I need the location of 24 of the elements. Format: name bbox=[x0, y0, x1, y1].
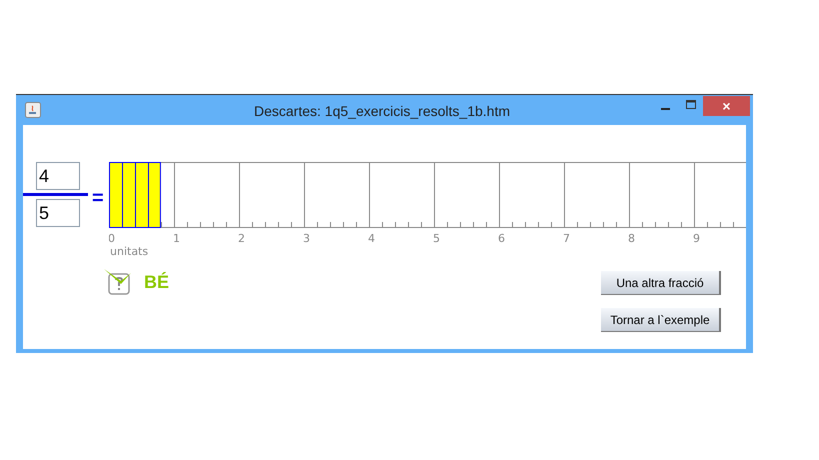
check-mark-icon bbox=[104, 268, 134, 296]
denominator-field[interactable]: 5 bbox=[36, 199, 80, 227]
minimize-icon[interactable] bbox=[661, 108, 670, 111]
feedback-text: BÉ bbox=[144, 270, 170, 294]
java-cup-icon bbox=[25, 102, 41, 118]
tick-label: 2 bbox=[238, 232, 245, 245]
tick-label: 6 bbox=[498, 232, 505, 245]
tick-label: 3 bbox=[303, 232, 310, 245]
unit-label: unitats bbox=[110, 245, 148, 257]
tick-label: 4 bbox=[368, 232, 375, 245]
tick-label: 8 bbox=[628, 232, 635, 245]
window-title: Descartes: 1q5_exercicis_resolts_1b.htm bbox=[254, 102, 510, 121]
maximize-icon[interactable] bbox=[686, 100, 696, 109]
numerator-field[interactable]: 4 bbox=[36, 162, 80, 190]
fraction-bar bbox=[23, 193, 88, 196]
action-button[interactable]: Una altra fracció bbox=[601, 271, 721, 295]
tick-label: 9 bbox=[693, 232, 700, 245]
tick-label: 1 bbox=[173, 232, 180, 245]
close-button[interactable]: × bbox=[703, 96, 750, 116]
equals-sign: = bbox=[92, 186, 104, 211]
tick-label: 0 bbox=[109, 232, 115, 245]
tick-label: 7 bbox=[563, 232, 570, 245]
action-button[interactable]: Tornar a l`exemple bbox=[601, 308, 721, 332]
tick-label: 5 bbox=[433, 232, 440, 245]
